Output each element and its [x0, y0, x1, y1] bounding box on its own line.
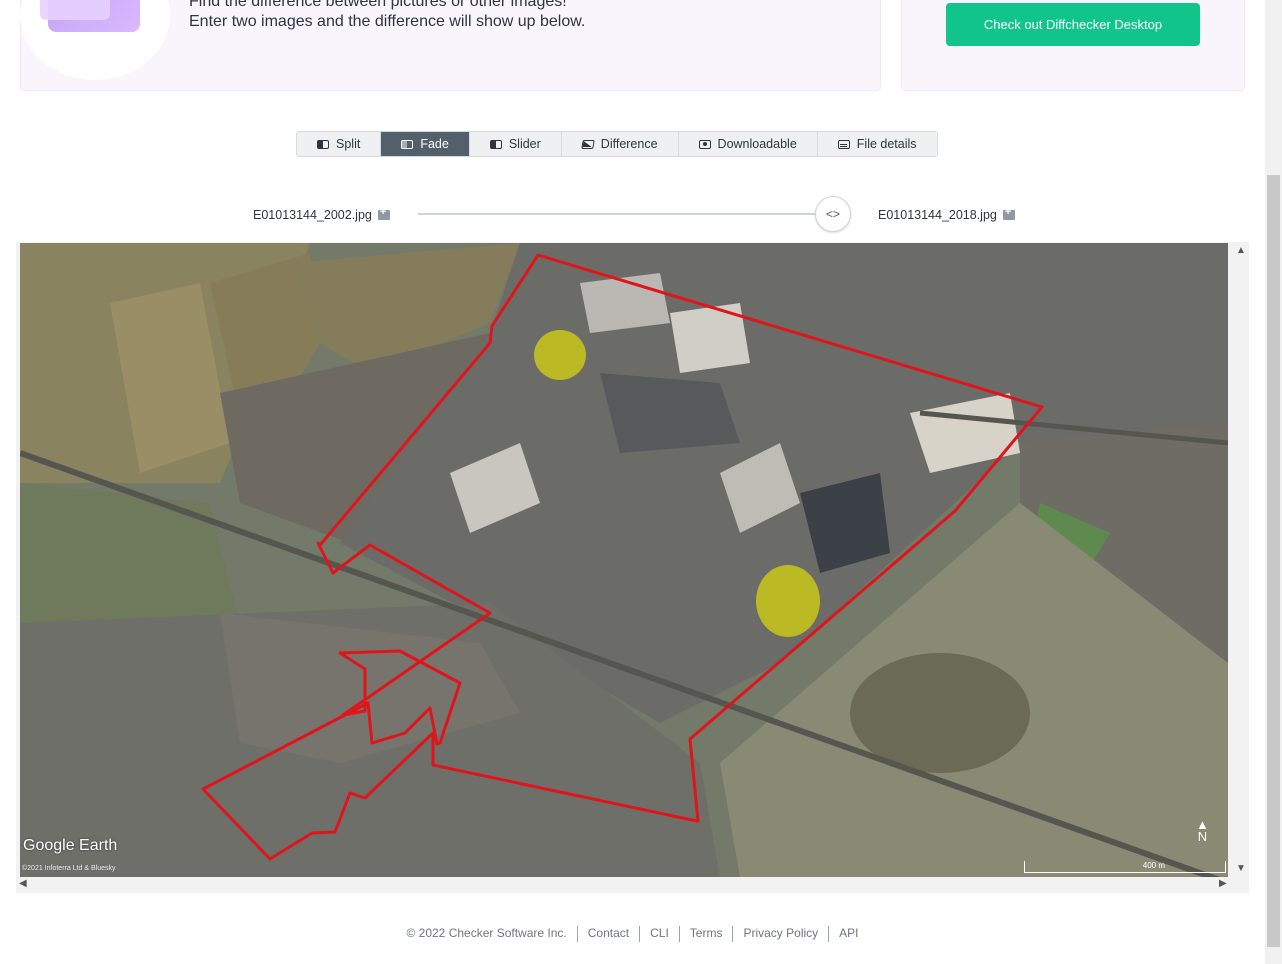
footer-link-contact[interactable]: Contact — [578, 926, 639, 942]
right-file-label: E01013144_2018.jpg — [878, 208, 997, 222]
tab-split[interactable]: Split — [297, 132, 382, 156]
banner-line-1: Find the difference between pictures or … — [189, 0, 567, 10]
tab-label: Fade — [420, 137, 449, 151]
tab-label: File details — [856, 137, 917, 151]
viewer-horizontal-scrollbar[interactable]: ◀ ▶ — [16, 877, 1232, 893]
left-file-name: E01013144_2002.jpg — [253, 206, 390, 222]
add-image-icon[interactable] — [377, 206, 390, 220]
scroll-down-icon[interactable]: ▼ — [1236, 863, 1246, 874]
page-scrollbar-thumb[interactable] — [1267, 175, 1280, 947]
footer-link-api[interactable]: API — [829, 926, 868, 942]
tab-difference[interactable]: Difference — [561, 132, 679, 156]
chevron-left-right-icon: <> — [825, 207, 840, 221]
tab-slider[interactable]: Slider — [469, 132, 562, 156]
tab-downloadable[interactable]: Downloadable — [678, 132, 818, 156]
north-label: N — [1197, 829, 1208, 844]
fade-slider-track[interactable] — [418, 213, 820, 215]
copyright: © 2022 Checker Software Inc. — [406, 926, 567, 940]
fade-view-icon — [401, 139, 414, 149]
scroll-up-icon[interactable]: ▲ — [1236, 245, 1246, 256]
footer: © 2022 Checker Software Inc. Contact CLI… — [0, 926, 1265, 942]
left-file-label: E01013144_2002.jpg — [253, 208, 372, 222]
slider-view-icon — [489, 139, 502, 149]
viewer-vertical-scrollbar[interactable]: ▲ ▼ — [1232, 243, 1249, 877]
tab-label: Split — [336, 137, 361, 151]
tab-label: Difference — [600, 137, 658, 151]
camera-icon — [698, 139, 711, 149]
file-details-icon — [837, 139, 850, 149]
satellite-image: Google Earth ©2021 Infoterra Ltd & Blues… — [20, 243, 1228, 877]
footer-link-cli[interactable]: CLI — [640, 926, 679, 942]
image-illustration-icon — [40, 0, 140, 32]
add-image-icon[interactable] — [1002, 206, 1015, 220]
fade-slider-handle[interactable]: <> — [815, 196, 851, 232]
view-mode-tabs: Split Fade Slider Difference Downloadabl… — [296, 131, 938, 157]
page: Find the difference between pictures or … — [0, 0, 1282, 964]
footer-link-privacy[interactable]: Privacy Policy — [733, 926, 828, 942]
scroll-left-icon[interactable]: ◀ — [19, 878, 27, 889]
tab-label: Slider — [508, 137, 541, 151]
tab-file-details[interactable]: File details — [817, 132, 937, 156]
satellite-map-graphic — [20, 243, 1228, 877]
tab-label: Downloadable — [717, 137, 797, 151]
map-scale-bar: 400 m — [1024, 861, 1226, 873]
banner-text: Find the difference between pictures or … — [189, 0, 585, 32]
imagery-credit: ©2021 Infoterra Ltd & Bluesky — [22, 865, 116, 872]
scroll-right-icon[interactable]: ▶ — [1219, 878, 1227, 889]
banner-line-2: Enter two images and the difference will… — [189, 13, 586, 30]
right-file-name: E01013144_2018.jpg — [878, 206, 1015, 222]
google-earth-logo: Google Earth — [23, 837, 118, 854]
difference-view-icon — [581, 139, 595, 149]
split-view-icon — [317, 139, 329, 149]
diffchecker-desktop-button[interactable]: Check out Diffchecker Desktop — [946, 3, 1200, 46]
tab-fade[interactable]: Fade — [381, 132, 470, 156]
north-arrow-icon: ▲ N — [1196, 817, 1209, 844]
footer-link-terms[interactable]: Terms — [680, 926, 733, 942]
